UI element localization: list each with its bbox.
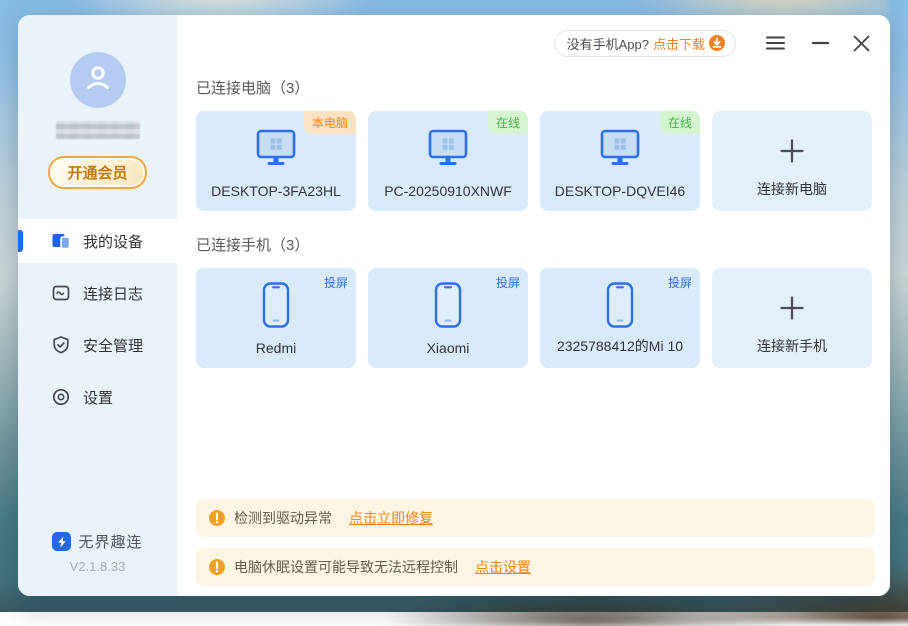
monitor-icon (254, 126, 298, 170)
titlebar: 没有手机App? 点击下载 (196, 15, 872, 71)
add-computer-label: 连接新电脑 (712, 179, 872, 199)
get-mobile-app-button[interactable]: 没有手机App? 点击下载 (554, 30, 736, 57)
status-badge: 本电脑 (304, 111, 356, 134)
plus-icon (779, 293, 805, 323)
computer-cards: 本电脑 DESKTOP-3FA23HL 在线 (196, 111, 872, 211)
app-version: V2.1.8.33 (18, 559, 177, 574)
app-logo-icon (52, 532, 71, 551)
warning-icon (209, 559, 225, 575)
sidebar-item-my-devices[interactable]: 我的设备 (18, 219, 177, 263)
monitor-icon (426, 126, 470, 170)
app-window: 开通会员 我的设备 连接日志 (18, 15, 890, 596)
download-prompt-text: 没有手机App? (567, 34, 649, 53)
fix-driver-link[interactable]: 点击立即修复 (349, 508, 433, 528)
phones-section-title: 已连接手机（3） (196, 234, 872, 255)
app-name: 无界趣连 (78, 531, 142, 552)
sidebar-item-label: 设置 (83, 387, 113, 408)
phone-icon (433, 283, 463, 327)
sidebar-item-settings[interactable]: 设置 (18, 375, 177, 419)
status-badge: 在线 (488, 111, 528, 134)
phone-card[interactable]: 投屏 2325788412的Mi 10 (540, 268, 700, 368)
device-name: DESKTOP-DQVEI46 (540, 183, 700, 199)
computer-card[interactable]: 在线 DESKTOP-DQVEI46 (540, 111, 700, 211)
notice-list: 检测到驱动异常 点击立即修复 电脑休眠设置可能导致无法远程控制 点击设置 (196, 499, 875, 586)
membership-button[interactable]: 开通会员 (48, 156, 146, 189)
cast-badge: 投屏 (660, 268, 700, 297)
device-name: Redmi (196, 340, 356, 356)
status-badge: 在线 (660, 111, 700, 134)
computers-section-title: 已连接电脑（3） (196, 77, 872, 98)
sleep-warning-notice: 电脑休眠设置可能导致无法远程控制 点击设置 (196, 548, 875, 586)
phone-icon (261, 283, 291, 327)
minimize-button[interactable] (812, 41, 829, 45)
phone-card[interactable]: 投屏 Redmi (196, 268, 356, 368)
sidebar-item-label: 我的设备 (83, 231, 143, 252)
cast-badge: 投屏 (488, 268, 528, 297)
brand-block: 无界趣连 V2.1.8.33 (18, 531, 177, 574)
device-name: 2325788412的Mi 10 (540, 336, 700, 356)
devices-icon (51, 231, 71, 251)
warning-icon (209, 510, 225, 526)
main-panel: 没有手机App? 点击下载 (177, 15, 890, 596)
sidebar: 开通会员 我的设备 连接日志 (18, 15, 177, 596)
phone-icon (605, 283, 635, 327)
sidebar-item-label: 安全管理 (83, 335, 143, 356)
cast-badge: 投屏 (316, 268, 356, 297)
device-name: DESKTOP-3FA23HL (196, 183, 356, 199)
device-name: PC-20250910XNWF (368, 183, 528, 199)
avatar[interactable] (70, 52, 126, 108)
add-computer-card[interactable]: 连接新电脑 (712, 111, 872, 211)
add-phone-card[interactable]: 连接新手机 (712, 268, 872, 368)
plus-icon (779, 136, 805, 166)
download-icon (709, 35, 725, 51)
username-redacted (56, 121, 140, 139)
notice-text: 电脑休眠设置可能导致无法远程控制 (234, 557, 458, 577)
sleep-settings-link[interactable]: 点击设置 (475, 557, 531, 577)
driver-warning-notice: 检测到驱动异常 点击立即修复 (196, 499, 875, 537)
computer-card[interactable]: 在线 PC-20250910XNWF (368, 111, 528, 211)
phone-card[interactable]: 投屏 Xiaomi (368, 268, 528, 368)
device-name: Xiaomi (368, 340, 528, 356)
sidebar-menu: 我的设备 连接日志 安全管理 (18, 219, 177, 419)
sidebar-item-connection-log[interactable]: 连接日志 (18, 271, 177, 315)
computer-card[interactable]: 本电脑 DESKTOP-3FA23HL (196, 111, 356, 211)
sidebar-item-security[interactable]: 安全管理 (18, 323, 177, 367)
log-icon (51, 283, 71, 303)
close-button[interactable] (853, 35, 870, 52)
phone-cards: 投屏 Redmi 投屏 (196, 268, 872, 368)
user-icon (81, 61, 115, 100)
notice-text: 检测到驱动异常 (234, 508, 332, 528)
hamburger-menu-button[interactable] (766, 36, 785, 50)
sidebar-item-label: 连接日志 (83, 283, 143, 304)
settings-icon (51, 387, 71, 407)
add-phone-label: 连接新手机 (712, 336, 872, 356)
download-link-text: 点击下载 (653, 34, 705, 53)
monitor-icon (598, 126, 642, 170)
shield-check-icon (51, 335, 71, 355)
